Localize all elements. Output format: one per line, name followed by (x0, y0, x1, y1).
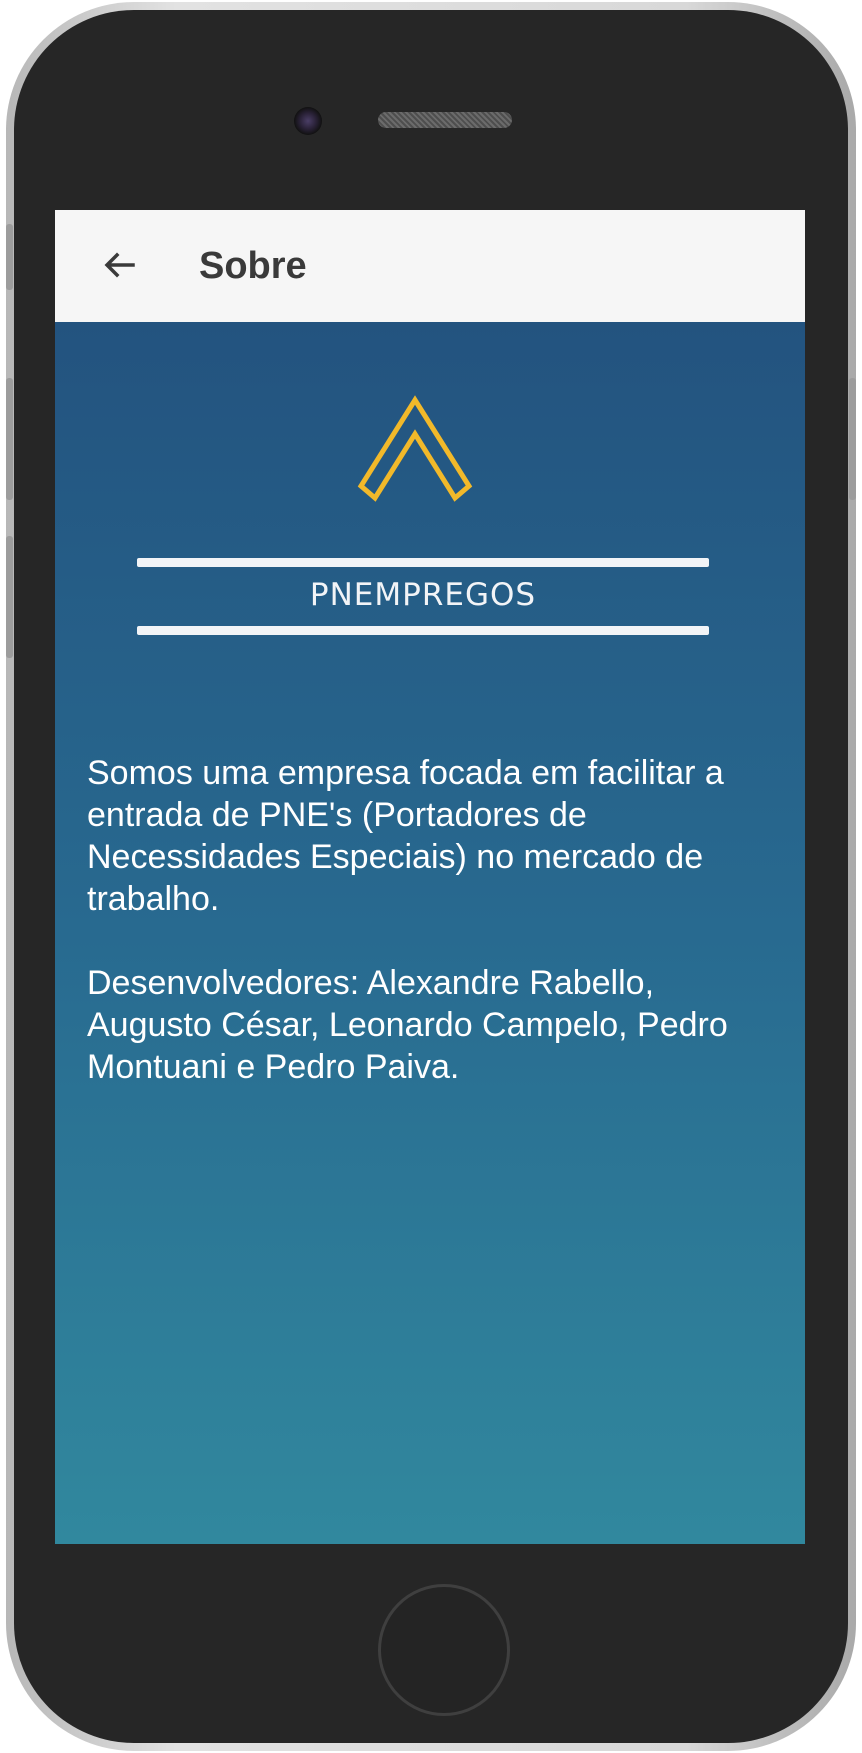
page-title: Sobre (199, 245, 307, 287)
app-screen: Sobre PNEMPREGOS Somos uma empresa focad… (55, 210, 805, 1544)
about-description: Somos uma empresa focada em facilitar a … (87, 754, 724, 918)
logo-wordmark: PNEMPREGOS (309, 577, 537, 613)
app-bar: Sobre (55, 210, 805, 322)
home-button[interactable] (378, 1584, 510, 1716)
about-content: PNEMPREGOS Somos uma empresa focada em f… (55, 322, 805, 1544)
earpiece-speaker (378, 112, 512, 128)
logo-bottom-line (137, 626, 709, 635)
chevron-up-icon (357, 395, 473, 502)
volume-down-button (6, 536, 13, 658)
arrow-back-icon (104, 252, 135, 278)
power-button (849, 378, 856, 500)
silent-switch (6, 224, 13, 290)
company-logo: PNEMPREGOS (137, 394, 709, 686)
front-camera (294, 107, 322, 135)
back-button[interactable] (95, 242, 143, 290)
logo-top-line (137, 558, 709, 567)
volume-up-button (6, 378, 13, 500)
developers-credits: Desenvolvedores: Alexandre Rabello, Augu… (87, 964, 728, 1086)
